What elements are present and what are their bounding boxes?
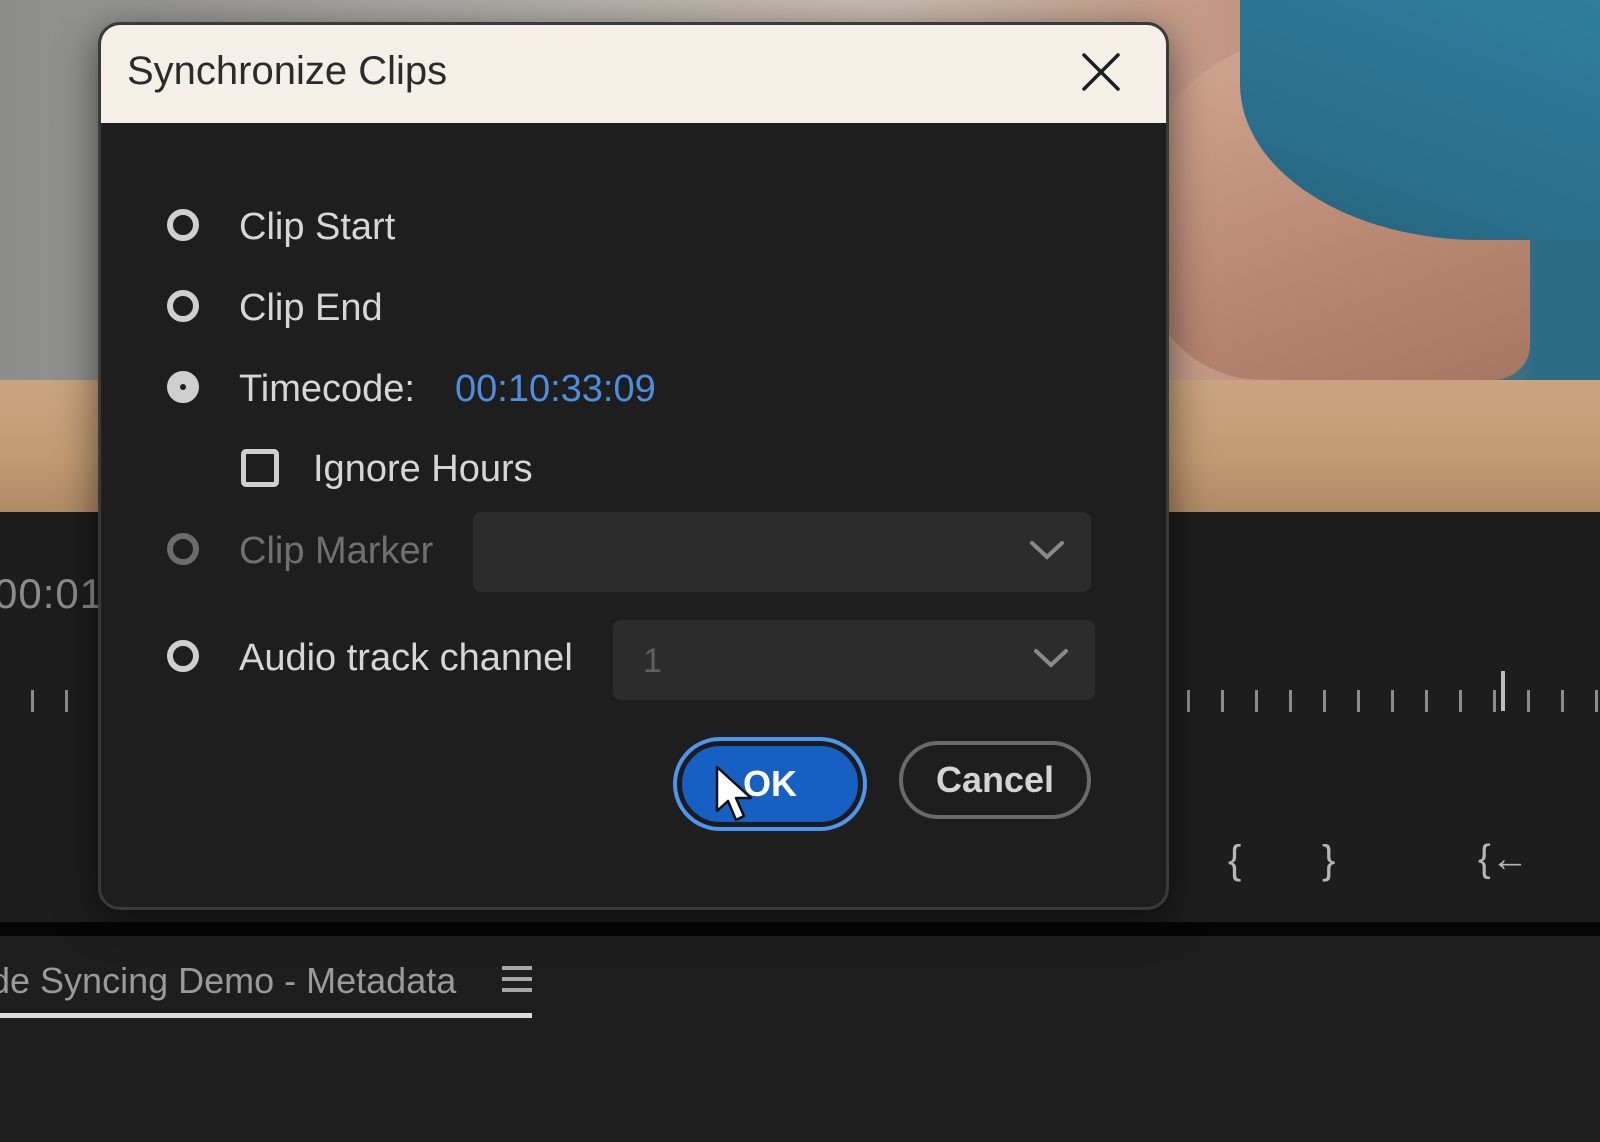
clip-start-label: Clip Start (239, 206, 396, 248)
timecode-value-field[interactable]: 00:10:33:09 (455, 368, 656, 411)
audio-track-channel-dropdown[interactable]: 1 (613, 620, 1095, 700)
clip-marker-label: Clip Marker (239, 530, 434, 572)
audio-track-channel-radio[interactable] (167, 640, 199, 672)
mark-in-icon[interactable]: { (1228, 840, 1241, 880)
audio-track-channel-dropdown-value: 1 (643, 642, 662, 680)
timecode-label: Timecode: (239, 368, 415, 410)
panel-menu-icon[interactable] (502, 966, 532, 999)
cancel-button[interactable]: Cancel (899, 741, 1091, 819)
clip-marker-dropdown (473, 512, 1091, 592)
clip-start-radio[interactable] (167, 209, 199, 241)
ruler-playhead-tick (1501, 671, 1505, 711)
audio-track-channel-label: Audio track channel (239, 637, 573, 679)
timecode-radio[interactable] (167, 371, 199, 403)
clip-end-radio[interactable] (167, 290, 199, 322)
mark-out-icon[interactable]: } (1322, 840, 1335, 880)
ok-button[interactable]: OK (677, 741, 863, 827)
active-tab-underline (0, 1013, 532, 1018)
panel-divider (0, 922, 1600, 936)
clip-marker-radio (167, 533, 199, 565)
synchronize-clips-dialog: Synchronize Clips Clip Start Clip End Ti… (98, 22, 1169, 910)
dialog-title: Synchronize Clips (127, 49, 448, 93)
go-to-in-icon[interactable]: {← (1478, 840, 1529, 878)
ignore-hours-label: Ignore Hours (313, 448, 533, 490)
ignore-hours-checkbox[interactable] (241, 449, 279, 487)
clip-end-label: Clip End (239, 287, 383, 329)
mouse-cursor-icon (715, 765, 753, 822)
playhead-timecode[interactable]: 00:01 (0, 570, 104, 618)
dialog-titlebar: Synchronize Clips (101, 25, 1166, 123)
metadata-panel-tab[interactable]: de Syncing Demo - Metadata (0, 960, 456, 1002)
close-icon[interactable] (1080, 51, 1122, 93)
chevron-down-icon (1034, 649, 1068, 668)
chevron-down-icon (1030, 541, 1064, 560)
